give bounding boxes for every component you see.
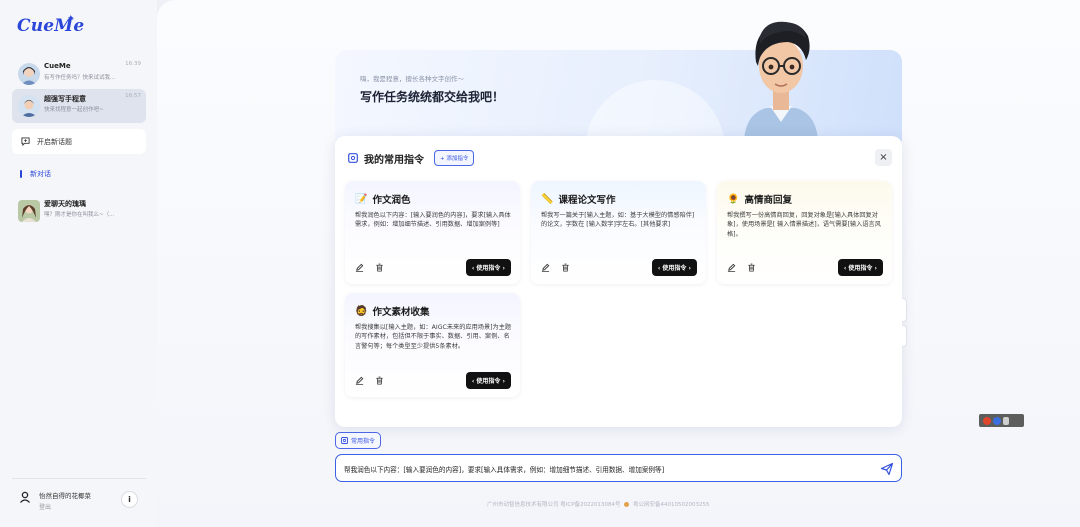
use-command-button[interactable]: ‹ 使用指令 › xyxy=(465,372,511,389)
history-item[interactable]: 爱聊天的瑰瑀 嘿？刚才是你在叫我么~（... xyxy=(12,194,146,228)
footer: 广州市动智信息技术有限公司 粤ICP备2022013084号 粤公网安备4401… xyxy=(487,500,710,508)
assistant-avatar xyxy=(744,21,818,140)
card-header: 🧔 作文素材收集 xyxy=(355,304,430,319)
message-input[interactable]: 帮我润色以下内容：[输入要润色的内容]，要求[输入具体需求，例如：增加细节描述、… xyxy=(335,454,902,482)
section-new-chat[interactable]: 新对话 xyxy=(20,169,51,179)
card-actions xyxy=(540,262,571,273)
user-profile[interactable]: 怡然自得的花椰菜 登出 xyxy=(18,490,91,511)
chat-name: 爱聊天的瑰瑀 xyxy=(44,200,86,208)
send-icon[interactable] xyxy=(880,461,894,480)
user-name: 怡然自得的花椰菜 xyxy=(39,492,91,500)
side-tab[interactable] xyxy=(902,298,907,322)
hero-subtitle: 嗨，我是程意，擅长各种文字创作～ xyxy=(360,75,464,83)
use-command-button[interactable]: ‹ 使用指令 › xyxy=(465,259,511,276)
use-command-button[interactable]: ‹ 使用指令 › xyxy=(651,259,697,276)
card-actions xyxy=(354,375,385,386)
chat-name: 超强写手程意 xyxy=(44,95,86,103)
trash-icon[interactable] xyxy=(374,375,385,386)
system-tray xyxy=(979,414,1024,427)
close-icon: × xyxy=(879,152,888,163)
chat-time: 16:57 xyxy=(125,93,141,99)
card-actions xyxy=(354,262,385,273)
chat-name: CueMe xyxy=(44,62,71,70)
new-topic-button[interactable]: 开启新话题 xyxy=(12,129,146,154)
section-marker xyxy=(20,170,22,178)
avatar xyxy=(18,63,40,85)
chat-item-active[interactable]: 超强写手程意 快来找程意一起创作吧~ 16:57 xyxy=(12,89,146,123)
divider xyxy=(12,478,146,479)
tray-icon[interactable] xyxy=(1003,416,1009,425)
sunflower-icon: 🌻 xyxy=(727,193,740,205)
new-topic-label: 开启新话题 xyxy=(37,137,72,146)
edit-icon[interactable] xyxy=(726,262,737,273)
input-method-icon[interactable] xyxy=(983,416,991,425)
card-header: 📝 作文润色 xyxy=(355,192,411,207)
command-card[interactable]: 📝 作文润色 帮我润色以下内容：[输入要润色的内容]，要求[输入具体需求，例如：增… xyxy=(345,181,520,284)
card-title: 课程论文写作 xyxy=(558,195,616,206)
close-button[interactable]: × xyxy=(875,149,892,166)
command-list-icon xyxy=(341,437,348,444)
card-description: 帮我撰写一份高情商回复，回复对象是[输入具体回复对象]，使用场景是[ 输入情景描… xyxy=(727,212,881,238)
card-description: 帮我搜集以[输入主题，如：AIGC未来的应用场景]为主题的写作素材，包括但不限于… xyxy=(355,324,512,350)
chat-preview: 嘿？刚才是你在叫我么~（... xyxy=(44,212,115,218)
memo-icon: 📝 xyxy=(355,193,368,205)
panel-header: 我的常用指令 + 添加指令 xyxy=(347,150,475,166)
avatar xyxy=(18,95,40,117)
command-card[interactable]: 🌻 高情商回复 帮我撰写一份高情商回复，回复对象是[输入具体回复对象]，使用场景是… xyxy=(717,181,892,284)
common-commands-chip[interactable]: 常用指令 xyxy=(335,432,382,449)
chat-item[interactable]: CueMe 有写作任务吗？快来试试我... 16:39 xyxy=(12,57,146,91)
icp-link[interactable]: 广州市动智信息技术有限公司 粤ICP备2022013084号 xyxy=(487,502,621,508)
info-icon: i xyxy=(128,495,131,504)
chat-time: 16:39 xyxy=(125,61,141,67)
trash-icon[interactable] xyxy=(374,262,385,273)
info-button[interactable]: i xyxy=(121,491,138,508)
card-header: 🌻 高情商回复 xyxy=(727,192,792,207)
trash-icon[interactable] xyxy=(560,262,571,273)
command-list-icon xyxy=(347,153,358,164)
card-title: 高情商回复 xyxy=(744,195,792,206)
command-card[interactable]: 🧔 作文素材收集 帮我搜集以[输入主题，如：AIGC未来的应用场景]为主题的写作素… xyxy=(345,293,520,397)
edit-icon[interactable] xyxy=(354,375,365,386)
hero-title: 写作任务统统都交给我吧！ xyxy=(360,90,505,104)
add-command-button[interactable]: + 添加指令 xyxy=(434,150,475,166)
chat-preview: 有写作任务吗？快来试试我... xyxy=(44,75,116,81)
side-tab[interactable] xyxy=(902,325,907,347)
avatar xyxy=(18,200,40,222)
sparkle-icon: ✦ xyxy=(67,14,75,24)
card-description: 帮我润色以下内容：[输入要润色的内容]，要求[输入具体需求，例如：增加细节描述、… xyxy=(355,212,511,229)
message-input-text[interactable]: 帮我润色以下内容：[输入要润色的内容]，要求[输入具体需求，例如：增加细节描述、… xyxy=(344,464,664,474)
edit-icon[interactable] xyxy=(540,262,551,273)
panel-title: 我的常用指令 xyxy=(364,154,424,166)
card-description: 帮我写一篇关于[输入主题，如：基于大模型的情感陪伴]的论文，字数在 [输入数字]… xyxy=(541,212,695,229)
tray-icon[interactable] xyxy=(993,416,1001,425)
command-card[interactable]: 📏 课程论文写作 帮我写一篇关于[输入主题，如：基于大模型的情感陪伴]的论文，字数… xyxy=(531,181,706,284)
card-header: 📏 课程论文写作 xyxy=(541,192,616,207)
logout-link[interactable]: 登出 xyxy=(39,502,91,511)
use-command-button[interactable]: ‹ 使用指令 › xyxy=(837,259,883,276)
card-actions xyxy=(726,262,757,273)
section-label: 新对话 xyxy=(30,170,51,178)
card-title: 作文润色 xyxy=(372,195,411,206)
card-title: 作文素材收集 xyxy=(372,307,430,318)
police-badge-icon xyxy=(624,502,630,507)
new-chat-icon xyxy=(20,136,31,147)
chip-label: 常用指令 xyxy=(351,438,376,445)
sidebar: CueMe ✦ CueMe 有写作任务吗？快来试试我... 16:39 超强写手… xyxy=(0,0,157,527)
edit-icon[interactable] xyxy=(354,262,365,273)
trash-icon[interactable] xyxy=(746,262,757,273)
police-link[interactable]: 粤公网安备44010502003255 xyxy=(633,502,710,508)
ruler-icon: 📏 xyxy=(541,193,554,205)
user-icon xyxy=(18,490,31,503)
chat-preview: 快来找程意一起创作吧~ xyxy=(44,107,104,113)
bearded-face-icon: 🧔 xyxy=(355,305,368,317)
